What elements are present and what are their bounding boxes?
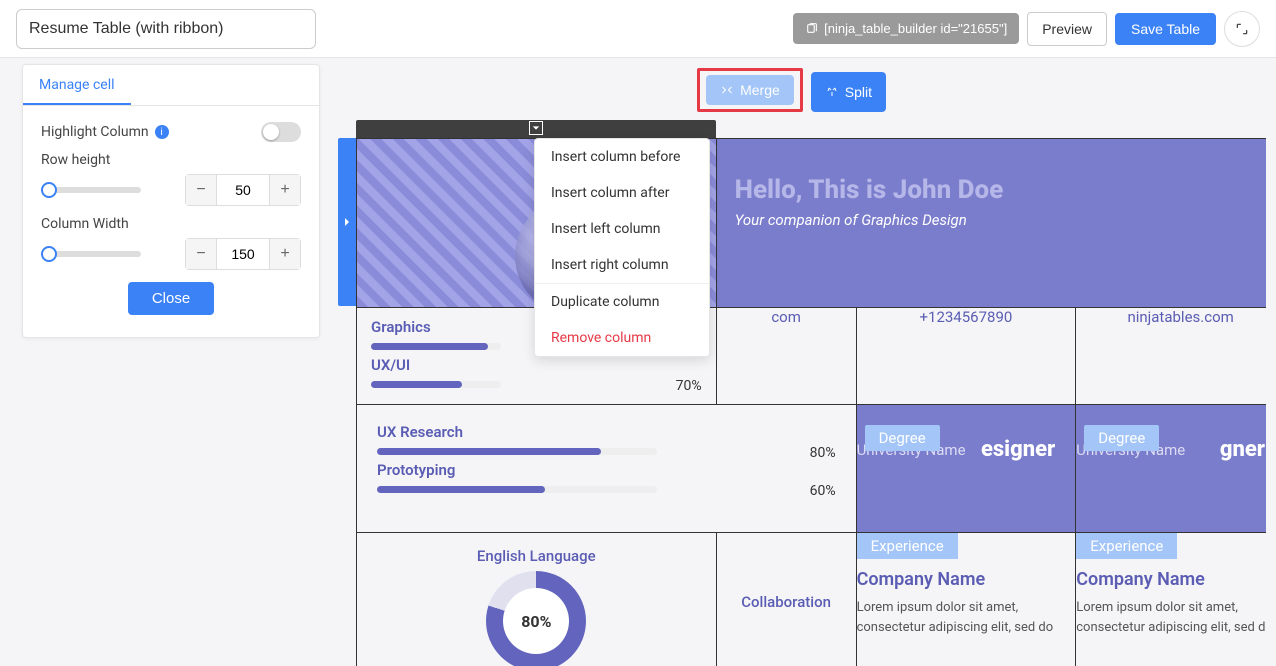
column-width-increment[interactable]: + (270, 239, 300, 269)
resume-table: Hello, This is John Doe Your companion o… (356, 138, 1266, 666)
donut-cell-1[interactable]: English Language 80% (357, 533, 716, 666)
split-icon (825, 86, 839, 98)
split-button[interactable]: Split (811, 72, 886, 112)
experience-title: Company Name (1076, 569, 1266, 590)
row-height-decrement[interactable]: − (186, 175, 216, 205)
merge-highlight-box: Merge (697, 68, 803, 112)
skill-label: Prototyping (377, 461, 836, 479)
hero-subtitle: Your companion of Graphics Design (735, 211, 1266, 229)
hero-title: Hello, This is John Doe (735, 175, 1266, 205)
experience-cell-2[interactable]: Experience Company Name Lorem ipsum dolo… (1076, 533, 1266, 666)
table-canvas: Hello, This is John Doe Your companion o… (338, 120, 1266, 666)
merge-icon (720, 84, 734, 96)
email-cell[interactable]: com (716, 308, 856, 405)
degree-title: esigner (981, 437, 1055, 462)
experience-title: Company Name (857, 569, 1076, 590)
shortcode-button[interactable]: [ninja_table_builder id="21655"] (793, 13, 1019, 44)
column-menu-trigger[interactable] (529, 121, 543, 135)
degree-badge: Degree (1084, 425, 1159, 451)
experience-badge: Experience (1076, 533, 1177, 559)
hero-text-cell[interactable]: Hello, This is John Doe Your companion o… (717, 139, 1266, 307)
preview-button[interactable]: Preview (1027, 12, 1107, 46)
degree-title: gner (1220, 437, 1265, 462)
degree-badge: Degree (865, 425, 940, 451)
donut-label: Collaboration (731, 593, 842, 611)
column-header-selected[interactable] (356, 120, 716, 138)
row-height-increment[interactable]: + (270, 175, 300, 205)
highlight-column-label: Highlight Column i (41, 124, 169, 140)
contact-text: com (771, 308, 801, 326)
donut-label: English Language (371, 547, 702, 565)
experience-badge: Experience (857, 533, 958, 559)
skill-label: UX Research (377, 423, 836, 441)
close-button[interactable]: Close (128, 282, 214, 315)
row-height-slider[interactable] (41, 187, 141, 193)
row-height-value[interactable] (216, 175, 270, 205)
phone-cell[interactable]: +1234567890 (856, 308, 1076, 405)
column-context-menu: Insert column before Insert column after… (534, 138, 710, 357)
experience-body: Lorem ipsum dolor sit amet, consectetur … (1076, 598, 1266, 637)
contact-text: +1234567890 (920, 308, 1013, 326)
experience-cell-1[interactable]: Experience Company Name Lorem ipsum dolo… (856, 533, 1076, 666)
skill-label: UX/UI (371, 356, 702, 374)
column-width-label: Column Width (41, 216, 301, 232)
merge-label: Merge (740, 82, 780, 98)
menu-insert-col-after[interactable]: Insert column after (535, 175, 709, 211)
row-header-selected[interactable] (338, 138, 356, 306)
chevron-down-icon (532, 124, 540, 132)
experience-body: Lorem ipsum dolor sit amet, consectetur … (857, 598, 1076, 637)
skill-percent: 60% (810, 483, 836, 499)
column-width-stepper[interactable]: − + (185, 238, 301, 270)
column-width-slider[interactable] (41, 251, 141, 257)
donut-cell-2[interactable]: Collaboration (717, 533, 856, 631)
skill-percent: 70% (676, 378, 702, 394)
shortcode-text: [ninja_table_builder id="21655"] (824, 21, 1007, 36)
menu-insert-left-col[interactable]: Insert left column (535, 211, 709, 247)
cell-settings-panel: Manage cell Highlight Column i Row heigh… (22, 64, 320, 338)
skills-cell-mid[interactable]: UX Research 80% Prototyping 60% (357, 405, 856, 517)
degree-cell-2[interactable]: Degree gner University Name (1076, 405, 1266, 533)
contact-text: ninjatables.com (1127, 308, 1233, 326)
menu-insert-right-col[interactable]: Insert right column (535, 247, 709, 283)
chevron-right-icon (342, 217, 352, 227)
row-height-label: Row height (41, 152, 301, 168)
column-width-value[interactable] (216, 239, 270, 269)
split-label: Split (845, 84, 872, 100)
expand-icon (1235, 22, 1249, 36)
row-height-stepper[interactable]: − + (185, 174, 301, 206)
fullscreen-button[interactable] (1224, 11, 1260, 47)
donut-chart: 80% (486, 571, 586, 666)
highlight-toggle[interactable] (261, 122, 301, 142)
menu-insert-col-before[interactable]: Insert column before (535, 139, 709, 175)
degree-cell-1[interactable]: Degree esigner University Name (856, 405, 1076, 533)
table-title-input[interactable] (16, 9, 316, 49)
save-table-button[interactable]: Save Table (1115, 13, 1216, 45)
menu-remove-col[interactable]: Remove column (535, 320, 709, 356)
merge-button[interactable]: Merge (706, 75, 794, 105)
copy-icon (805, 22, 818, 35)
menu-duplicate-col[interactable]: Duplicate column (535, 283, 709, 320)
skill-percent: 80% (810, 445, 836, 461)
info-icon[interactable]: i (155, 125, 169, 139)
site-cell[interactable]: ninjatables.com (1076, 308, 1266, 405)
donut-percent: 80% (521, 612, 551, 631)
column-width-decrement[interactable]: − (186, 239, 216, 269)
manage-cell-tab[interactable]: Manage cell (23, 65, 131, 105)
